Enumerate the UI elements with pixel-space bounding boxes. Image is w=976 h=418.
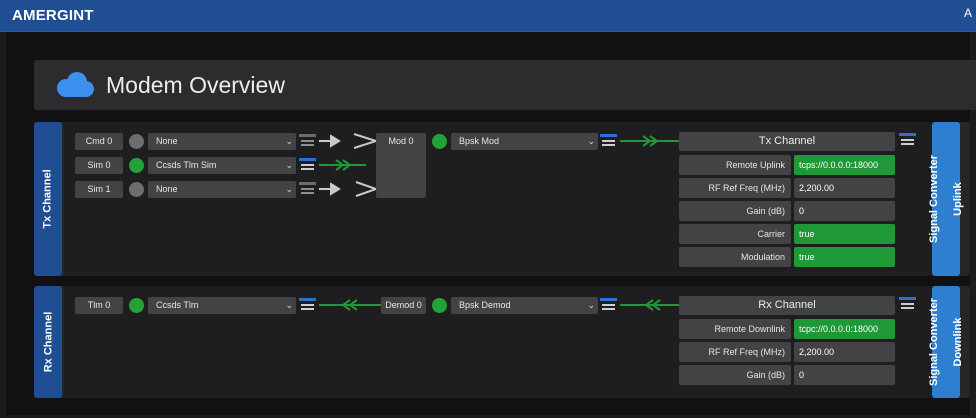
- demod-name: Demod 0: [381, 297, 426, 314]
- menu-icon-rx-channel[interactable]: [899, 297, 916, 311]
- select-tlm0[interactable]: Ccsds Tlm ⌄: [148, 297, 296, 314]
- prop-key: Gain (dB): [679, 365, 791, 385]
- prop-key: Remote Downlink: [679, 319, 791, 339]
- menu-icon-tlm0[interactable]: [299, 298, 316, 312]
- prop-value[interactable]: 0: [794, 365, 895, 385]
- select-demod0[interactable]: Bpsk Demod ⌄: [451, 297, 598, 314]
- prop-key: RF Ref Freq (MHz): [679, 342, 791, 362]
- prop-value[interactable]: 2,200.00: [794, 342, 895, 362]
- prop-value[interactable]: tcpc://0.0.0.0:18000: [794, 319, 895, 339]
- status-dot-tlm0: [129, 298, 144, 313]
- chevron-down-icon: ⌄: [587, 300, 595, 310]
- output-name-tlm0: Tlm 0: [75, 297, 123, 314]
- rx-channel-title: Rx Channel: [679, 296, 895, 315]
- chevron-down-icon: ⌄: [285, 300, 293, 310]
- menu-icon-demod0[interactable]: [600, 298, 617, 312]
- status-dot-demod0: [432, 298, 447, 313]
